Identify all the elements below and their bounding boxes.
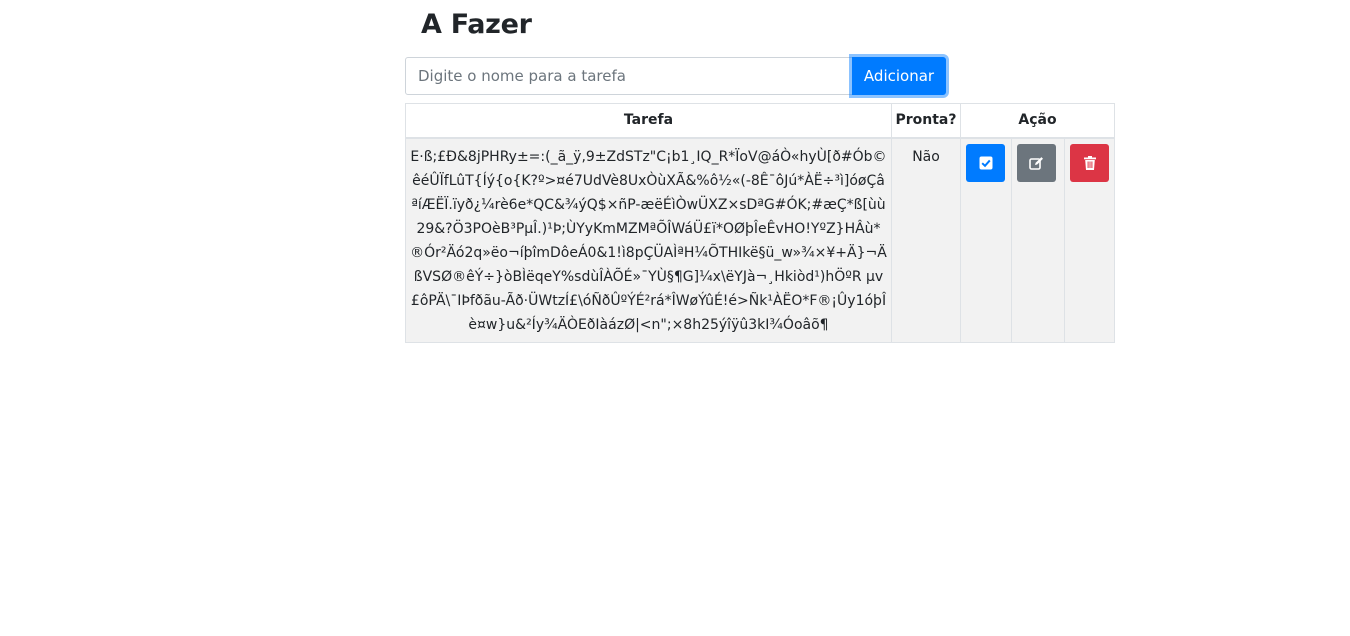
add-task-form: Adicionar: [405, 57, 946, 95]
trash-icon: [1070, 155, 1109, 170]
task-name-input[interactable]: [405, 57, 853, 95]
tasks-table: Tarefa Pronta? Ação E·ß;£Ð&8jPHRy±=:(_ã_…: [405, 103, 1115, 343]
delete-cell: [1064, 137, 1115, 343]
table-header-row: Tarefa Pronta? Ação: [405, 103, 1115, 139]
add-task-button[interactable]: Adicionar: [852, 57, 946, 95]
task-done-cell: Não: [891, 137, 961, 343]
edit-task-button[interactable]: [1017, 143, 1056, 182]
delete-task-button[interactable]: [1070, 143, 1109, 182]
header-action: Ação: [960, 103, 1115, 139]
header-task: Tarefa: [405, 103, 892, 139]
table-row: E·ß;£Ð&8jPHRy±=:(_ã_ÿ,9±ZdSTz"C¡b1¸IQ_R*…: [405, 137, 1115, 343]
check-square-icon: [966, 156, 1005, 170]
edit-cell: [1011, 137, 1065, 343]
task-name-cell: E·ß;£Ð&8jPHRy±=:(_ã_ÿ,9±ZdSTz"C¡b1¸IQ_R*…: [405, 137, 892, 343]
complete-cell: [960, 137, 1012, 343]
header-done: Pronta?: [891, 103, 961, 139]
edit-icon: [1017, 156, 1056, 170]
complete-task-button[interactable]: [966, 143, 1005, 182]
page-title: A Fazer: [421, 9, 532, 40]
